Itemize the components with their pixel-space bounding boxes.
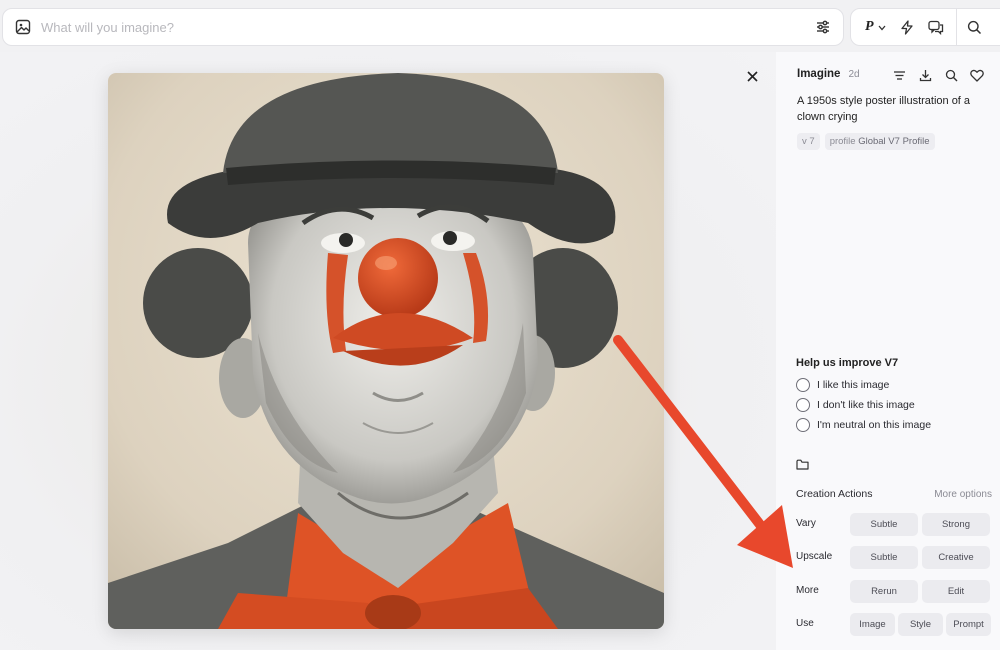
profile-selector[interactable]: P: [865, 9, 886, 45]
feedback-option-dislike[interactable]: I don't like this image: [796, 395, 931, 415]
job-mode: Imagine: [797, 68, 841, 80]
radio-button[interactable]: [796, 398, 810, 412]
prompt-bar: [2, 8, 844, 46]
search-icon: [967, 20, 981, 34]
lightning-icon: [900, 19, 913, 35]
more-options-link[interactable]: More options: [934, 489, 992, 500]
action-row-upscale: Upscale Subtle Creative: [796, 546, 996, 570]
search-button[interactable]: [967, 9, 982, 45]
download-icon[interactable]: [916, 66, 934, 84]
image-upload-icon[interactable]: [13, 17, 33, 37]
creation-actions-title: Creation Actions: [796, 488, 873, 500]
menu-lines-icon[interactable]: [890, 66, 908, 84]
creation-actions-header: Creation Actions More options: [796, 488, 992, 500]
action-row-label: Use: [796, 618, 814, 629]
feedback-title: Help us improve V7: [796, 357, 899, 369]
top-toolbar: P: [850, 8, 1000, 46]
use-prompt-button[interactable]: Prompt: [946, 613, 991, 636]
close-icon: [746, 70, 758, 82]
prompt-text[interactable]: A 1950s style poster illustration of a c…: [797, 94, 977, 125]
action-row-label: Vary: [796, 518, 816, 529]
upscale-subtle-button[interactable]: Subtle: [850, 546, 918, 569]
profile-tag-prefix: profile: [829, 136, 856, 147]
job-age: 2d: [848, 69, 860, 80]
folder-icon[interactable]: [796, 457, 810, 471]
generated-image[interactable]: [108, 73, 664, 629]
parameter-tags: v 7 profile Global V7 Profile: [797, 133, 935, 150]
profile-tag-value: Global V7 Profile: [858, 136, 930, 147]
search-similar-icon[interactable]: [942, 66, 960, 84]
close-button[interactable]: [742, 66, 762, 86]
upscale-creative-button[interactable]: Creative: [922, 546, 990, 569]
feedback-option-label: I'm neutral on this image: [817, 419, 932, 431]
feedback-option-label: I like this image: [817, 379, 890, 391]
feedback-option-label: I don't like this image: [817, 399, 915, 411]
feedback-section: Help us improve V7 I like this image I d…: [796, 357, 931, 435]
vary-subtle-button[interactable]: Subtle: [850, 513, 918, 536]
chat-bubbles-icon: [927, 20, 943, 35]
radio-button[interactable]: [796, 378, 810, 392]
feedback-option-neutral[interactable]: I'm neutral on this image: [796, 415, 931, 435]
vary-strong-button[interactable]: Strong: [922, 513, 990, 536]
panel-header: Imagine 2d: [797, 68, 860, 80]
action-row-vary: Vary Subtle Strong: [796, 513, 996, 537]
action-row-label: Upscale: [796, 551, 833, 562]
toolbar-divider: [955, 8, 957, 46]
chevron-down-icon: [878, 18, 886, 36]
chat-button[interactable]: [927, 9, 944, 45]
rerun-button[interactable]: Rerun: [850, 580, 918, 603]
heart-icon[interactable]: [968, 66, 986, 84]
action-row-more: More Rerun Edit: [796, 580, 996, 604]
speed-mode-button[interactable]: [900, 9, 914, 45]
details-panel: Imagine 2d A 1950s style poster illustra…: [776, 52, 1000, 650]
radio-button[interactable]: [796, 418, 810, 432]
feedback-option-like[interactable]: I like this image: [796, 375, 931, 395]
version-tag: v 7: [797, 133, 820, 150]
prompt-input[interactable]: [41, 19, 813, 35]
edit-button[interactable]: Edit: [922, 580, 990, 603]
use-image-button[interactable]: Image: [850, 613, 895, 636]
profile-tag: profile Global V7 Profile: [824, 133, 935, 150]
action-row-label: More: [796, 585, 819, 596]
profile-letter: P: [865, 19, 874, 34]
panel-actions: [890, 66, 986, 84]
settings-sliders-icon[interactable]: [813, 17, 833, 37]
action-row-use: Use Image Style Prompt: [796, 613, 996, 637]
use-style-button[interactable]: Style: [898, 613, 943, 636]
